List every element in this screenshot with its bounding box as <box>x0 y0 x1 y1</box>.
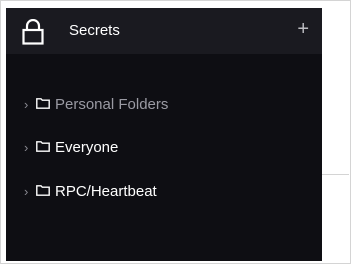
tree-item-rpc-heartbeat[interactable]: › RPC/Heartbeat <box>6 179 322 205</box>
content-divider <box>322 174 349 175</box>
tree-item-label: Everyone <box>55 139 119 156</box>
secrets-sidebar: Secrets + › Personal Folders › Everyone … <box>6 8 322 261</box>
lock-icon <box>22 19 44 45</box>
folder-icon <box>36 141 50 152</box>
chevron-right-icon[interactable]: › <box>24 98 28 112</box>
chevron-right-icon[interactable]: › <box>24 185 28 199</box>
tree-item-label: Personal Folders <box>55 96 169 113</box>
tree-item-label: RPC/Heartbeat <box>55 183 157 200</box>
add-folder-button[interactable]: + <box>297 17 309 41</box>
sidebar-header: Secrets + <box>6 8 322 54</box>
chevron-right-icon[interactable]: › <box>24 141 28 155</box>
tree-item-everyone[interactable]: › Everyone <box>6 135 322 161</box>
folder-icon <box>36 98 50 109</box>
sidebar-title: Secrets <box>69 22 120 39</box>
tree-item-personal-folders[interactable]: › Personal Folders <box>6 92 322 118</box>
folder-icon <box>36 185 50 196</box>
